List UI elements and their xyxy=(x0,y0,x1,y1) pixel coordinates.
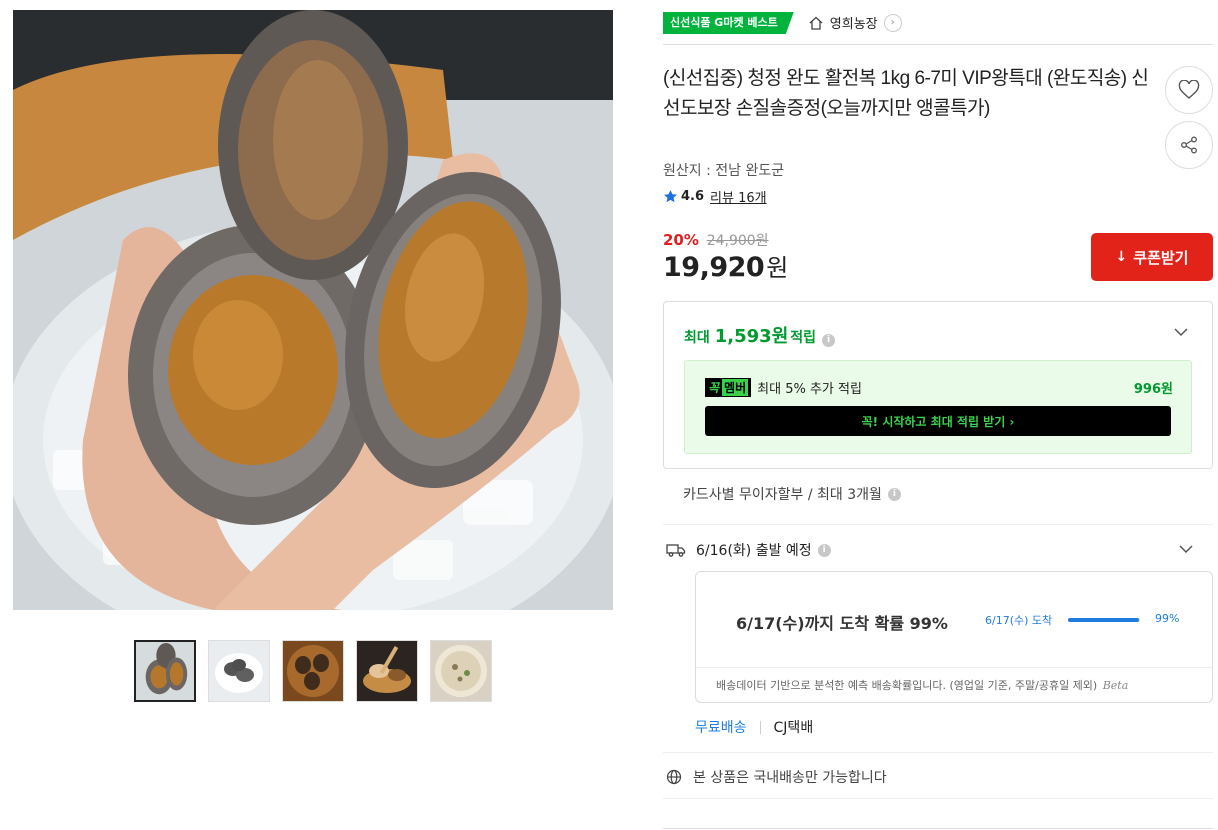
delivery-progress-fill xyxy=(1068,618,1140,622)
delivery-bar-percent: 99% xyxy=(1155,612,1180,625)
origin-text: 원산지 : 전남 완도군 xyxy=(663,163,785,179)
divider xyxy=(663,828,1213,829)
divider xyxy=(663,524,1213,525)
carrier-label: CJ택배 xyxy=(773,720,814,736)
member-desc: 최대 5% 추가 적립 xyxy=(757,382,862,397)
divider xyxy=(663,798,1213,799)
info-icon[interactable]: i xyxy=(822,333,836,347)
member-amount: 996원 xyxy=(1133,382,1173,397)
installment-row: 카드사별 무이자할부 / 최대 3개월 i xyxy=(683,484,901,504)
points-amount: 1,593원 xyxy=(714,326,789,347)
discount-rate: 20% xyxy=(663,231,699,249)
shipping-row[interactable]: 6/16(화) 출발 예정 i xyxy=(663,540,1213,560)
star-icon xyxy=(664,190,677,203)
main-product-image xyxy=(13,10,613,610)
thumbnail-5[interactable] xyxy=(430,640,492,702)
heart-icon xyxy=(1178,80,1200,99)
seller-name: 영희농장 xyxy=(829,17,878,32)
download-icon: ↓ xyxy=(1115,249,1128,265)
member-badge-b: 멤버 xyxy=(722,379,749,396)
domestic-notice: 본 상품은 국내배송만 가능합니다 xyxy=(666,767,887,787)
delivery-estimate-box: 6/17(수)까지 도착 확률 99% 6/17(수) 도착 99% 배송데이터… xyxy=(695,571,1213,703)
thumbnail-4[interactable] xyxy=(356,640,418,702)
info-icon[interactable]: i xyxy=(887,487,901,501)
best-badge[interactable]: 신선식품 G마켓 베스트 xyxy=(663,12,794,34)
member-badge: 꼭 멤버 xyxy=(705,378,752,397)
member-line: 꼭 멤버 최대 5% 추가 적립 996원 xyxy=(705,378,1173,397)
points-header[interactable]: 최대 1,593원 적립 i xyxy=(684,322,836,348)
sale-price: 19,920원 xyxy=(663,248,788,283)
installment-text: 카드사별 무이자할부 / 최대 3개월 xyxy=(683,487,882,503)
beta-label: Beta xyxy=(1102,679,1129,692)
divider xyxy=(663,752,1213,753)
rating-row: 4.6 리뷰 16개 xyxy=(663,187,767,206)
coupon-button[interactable]: ↓ 쿠폰받기 xyxy=(1091,233,1213,281)
coupon-label: 쿠폰받기 xyxy=(1133,248,1189,267)
price-unit: 원 xyxy=(766,254,788,282)
top-bar: 신선식품 G마켓 베스트 영희농장 › xyxy=(663,10,1213,45)
chevron-down-icon[interactable] xyxy=(1174,325,1188,339)
rating-score: 4.6 xyxy=(681,189,705,204)
globe-icon xyxy=(666,769,682,785)
delivery-note: 배송데이터 기반으로 분석한 예측 배송확률입니다. (영업일 기준, 주말/공… xyxy=(696,667,1212,702)
truck-icon xyxy=(666,544,686,557)
delivery-note-text: 배송데이터 기반으로 분석한 예측 배송확률입니다. (영업일 기준, 주말/공… xyxy=(716,679,1098,692)
home-icon xyxy=(809,16,823,30)
member-box: 꼭 멤버 최대 5% 추가 적립 996원 꼭! 시작하고 최대 적립 받기 › xyxy=(684,360,1192,454)
wishlist-button[interactable] xyxy=(1165,66,1213,114)
free-shipping-label: 무료배송 xyxy=(695,720,747,736)
departure-text: 6/16(화) 출발 예정 xyxy=(696,543,812,559)
thumbnail-2[interactable] xyxy=(208,640,270,702)
chevron-down-icon[interactable] xyxy=(1179,542,1193,556)
product-title: (신선집중) 청정 완도 활전복 1kg 6-7미 VIP왕특대 (완도직송) … xyxy=(663,68,1149,119)
points-prefix: 최대 xyxy=(684,330,710,346)
review-link[interactable]: 리뷰 16개 xyxy=(710,187,767,206)
domestic-text: 본 상품은 국내배송만 가능합니다 xyxy=(693,770,887,786)
discount-row: 20% 24,900원 xyxy=(663,230,769,250)
shipping-method: 무료배송 CJ택배 xyxy=(695,717,813,737)
delivery-bar-label: 6/17(수) 도착 xyxy=(985,614,1053,627)
thumbnail-1[interactable] xyxy=(134,640,196,702)
share-button[interactable] xyxy=(1165,121,1213,169)
delivery-estimate-top: 6/17(수)까지 도착 확률 99% 6/17(수) 도착 99% xyxy=(696,572,1212,667)
product-info-panel: 신선식품 G마켓 베스트 영희농장 › (신선집중) 청정 완도 활전복 1kg… xyxy=(663,0,1213,830)
thumbnail-3[interactable] xyxy=(282,640,344,702)
thumbnail-strip xyxy=(134,640,492,702)
original-price: 24,900원 xyxy=(706,233,769,249)
points-box: 최대 1,593원 적립 i 꼭 멤버 최대 5% 추가 적립 996원 꼭! 시… xyxy=(663,301,1213,469)
seller-link[interactable]: 영희농장 › xyxy=(808,13,902,32)
member-signup-button[interactable]: 꼭! 시작하고 최대 적립 받기 › xyxy=(705,406,1171,436)
share-icon xyxy=(1181,136,1197,154)
member-badge-a: 꼭 xyxy=(708,381,720,395)
delivery-progress-bar xyxy=(1068,618,1140,622)
price-value: 19,920 xyxy=(663,252,765,283)
divider xyxy=(759,720,761,734)
info-icon[interactable]: i xyxy=(817,543,831,557)
points-suffix: 적립 xyxy=(790,330,817,346)
chevron-right-icon: › xyxy=(883,13,902,32)
delivery-probability-text: 6/17(수)까지 도착 확률 99% xyxy=(736,614,948,633)
